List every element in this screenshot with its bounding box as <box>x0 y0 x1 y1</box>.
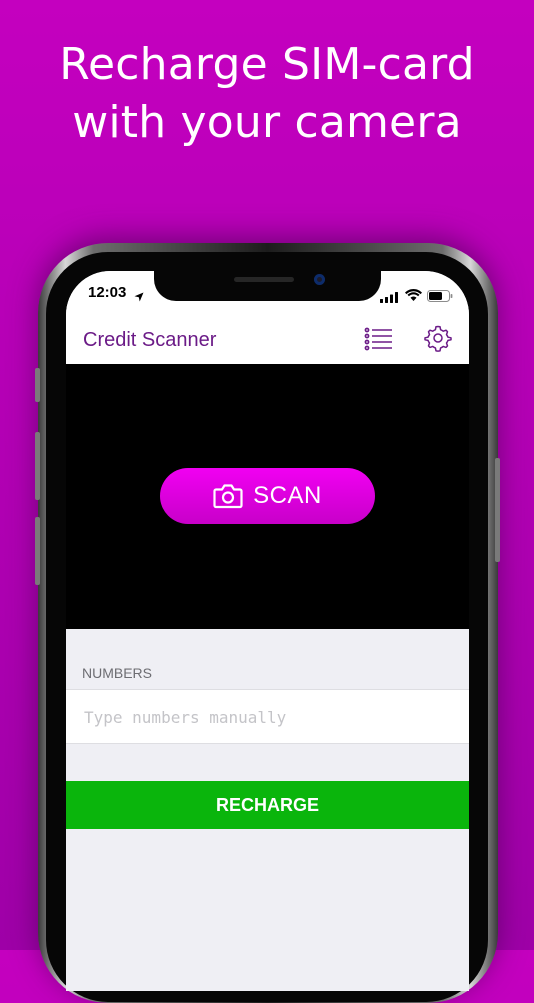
numbers-input[interactable] <box>82 702 456 732</box>
battery-icon <box>427 287 453 306</box>
list-icon <box>364 327 392 351</box>
phone-power-button <box>495 458 500 562</box>
headline-line-1: Recharge SIM-card <box>59 39 475 90</box>
app-title: Credit Scanner <box>83 329 217 351</box>
phone-silent-switch <box>35 368 40 402</box>
scan-button-label: SCAN <box>253 482 322 509</box>
camera-icon <box>213 484 243 509</box>
earpiece-speaker <box>234 277 294 282</box>
history-list-button[interactable] <box>364 327 394 351</box>
scan-button[interactable]: SCAN <box>160 468 375 524</box>
cellular-signal-icon <box>380 288 398 307</box>
settings-button[interactable] <box>424 324 452 352</box>
camera-preview: SCAN <box>66 364 469 629</box>
navigation-bar: Credit Scanner <box>66 315 469 364</box>
phone-volume-up <box>35 432 40 500</box>
status-time: 12:03 <box>88 284 127 301</box>
wifi-icon <box>405 286 422 305</box>
phone-volume-down <box>35 517 40 585</box>
numbers-section-label: NUMBERS <box>82 665 153 681</box>
phone-notch <box>154 271 381 301</box>
gear-icon <box>424 325 452 352</box>
numbers-input-row <box>66 689 469 744</box>
recharge-button-label: RECHARGE <box>215 794 319 815</box>
headline: Recharge SIM-card with your camera <box>0 36 534 152</box>
headline-line-2: with your camera <box>72 97 462 148</box>
front-camera <box>314 274 325 285</box>
recharge-button[interactable]: RECHARGE <box>66 781 469 829</box>
location-arrow-icon <box>134 287 144 306</box>
phone-screen: 12:03 Credit Scanner SCAN NUMBERS Type n… <box>66 271 469 991</box>
